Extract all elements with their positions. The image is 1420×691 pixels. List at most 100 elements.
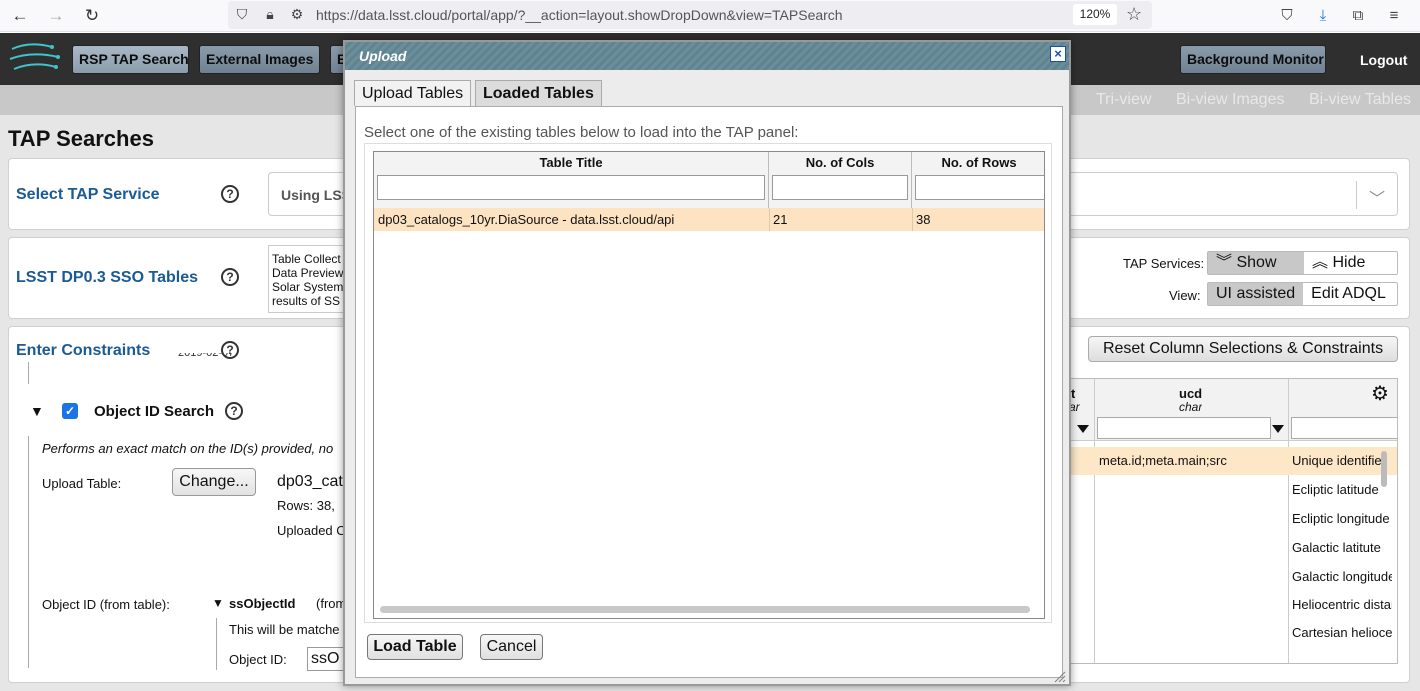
ucd-cell: meta.id;meta.main;src (1099, 453, 1227, 468)
help-icon[interactable]: ? (225, 402, 243, 420)
gear-icon[interactable]: ⚙ (1371, 381, 1389, 406)
select-divider (1356, 181, 1357, 209)
table-title-filter[interactable] (377, 175, 765, 200)
description-cell: Ecliptic latitude (1292, 482, 1379, 497)
address-bar[interactable]: ⛉ 🔒︎ ⚙ https://data.lsst.cloud/portal/ap… (228, 1, 1152, 29)
dialog-titlebar[interactable]: Upload × (345, 42, 1069, 70)
external-images-button[interactable]: External Images (199, 45, 320, 74)
ss-object-id-column[interactable]: ssObjectId (229, 596, 295, 611)
ucd-filter-input[interactable] (1097, 417, 1271, 439)
tab-loaded-tables[interactable]: Loaded Tables (475, 80, 602, 106)
hide-label: Hide (1332, 254, 1366, 271)
tab-tri-view[interactable]: Tri-view (1096, 91, 1151, 109)
object-id-input[interactable]: ssO (307, 647, 347, 671)
resize-grip-icon[interactable] (1050, 667, 1066, 683)
tap-services-label: TAP Services: (1123, 256, 1205, 271)
zoom-level[interactable]: 120% (1073, 4, 1117, 25)
dialog-title: Upload (359, 48, 407, 64)
page-title: TAP Searches (8, 126, 154, 151)
grid-header: t ar ucd char ⚙ (1059, 379, 1397, 441)
tap-services-toggle[interactable]: ︾ Show ︽ Hide (1207, 251, 1398, 275)
tree-line (216, 618, 217, 670)
logout-link[interactable]: Logout (1360, 52, 1407, 68)
rubin-logo-icon (9, 43, 60, 70)
ui-assisted-option[interactable]: UI assisted (1208, 283, 1304, 305)
extensions-icon[interactable]: ⧉ (1347, 5, 1369, 27)
description-filter-input[interactable] (1291, 417, 1397, 439)
grid-column-divider (1288, 379, 1289, 663)
filter-dropdown-icon[interactable] (1077, 425, 1089, 433)
load-table-button[interactable]: Load Table (367, 634, 463, 660)
table-collection-description: Table Collect Data Preview Solar System … (268, 245, 348, 313)
date-fragment: 2019-02-07 (178, 353, 235, 359)
horizontal-scrollbar[interactable] (380, 606, 1030, 613)
load-prompt: Select one of the existing tables below … (364, 124, 799, 141)
description-cell: Galactic longitude (1292, 569, 1392, 584)
chevron-down-icon[interactable]: ﹀ (1369, 185, 1385, 209)
num-rows-filter[interactable] (915, 175, 1044, 200)
cancel-button[interactable]: Cancel (480, 634, 543, 660)
tab-bi-view-tables[interactable]: Bi-view Tables (1309, 91, 1411, 109)
edit-adql-option[interactable]: Edit ADQL (1303, 283, 1394, 305)
hide-option[interactable]: ︽ Hide (1304, 252, 1373, 274)
dp03-label: LSST DP0.3 SSO Tables (16, 269, 198, 286)
bookmark-star-icon[interactable]: ☆ (1126, 4, 1142, 25)
back-icon[interactable]: ← (8, 4, 32, 28)
description-cell: Unique identifie (1292, 453, 1382, 468)
from-fragment: (from (316, 596, 347, 611)
tab-upload-tables[interactable]: Upload Tables (354, 80, 472, 106)
ucd-type: char (1179, 400, 1203, 414)
columns-grid: t ar ucd char ⚙ meta.id;meta.main;src Un… (1058, 378, 1398, 664)
background-monitor-button[interactable]: Background Monitor (1180, 45, 1326, 74)
column-header-partial: t (1071, 386, 1076, 401)
loaded-tables-panel: Select one of the existing tables below … (355, 106, 1063, 678)
collapse-triangle-icon[interactable]: ▼ (212, 596, 224, 610)
description-cell: Galactic latitute (1292, 540, 1381, 555)
help-icon[interactable]: ? (221, 185, 239, 203)
collapse-triangle-icon[interactable]: ▼ (30, 403, 44, 419)
show-option[interactable]: ︾ Show (1208, 252, 1304, 274)
view-toggle[interactable]: UI assisted Edit ADQL (1207, 282, 1398, 306)
select-service-label: Select TAP Service (16, 186, 160, 203)
object-id-search-checkbox[interactable]: ✓ (62, 403, 78, 419)
ucd-header: ucd (1179, 386, 1203, 401)
url-text[interactable]: https://data.lsst.cloud/portal/app/?__ac… (316, 7, 843, 23)
grid-scrollbar[interactable] (1381, 451, 1387, 487)
table-title-header-label: Table Title (539, 155, 603, 170)
show-label: Show (1236, 254, 1277, 271)
description-line: results of SS (272, 294, 341, 308)
matched-description: This will be matche (229, 622, 340, 637)
rsp-tap-search-button[interactable]: RSP TAP Search (72, 45, 189, 74)
permissions-icon[interactable]: ⚙ (288, 5, 306, 23)
tab-bi-view-images[interactable]: Bi-view Images (1176, 91, 1284, 109)
object-id-search-label: Object ID Search (94, 403, 215, 420)
row-divider (912, 208, 913, 231)
grid-column-divider (1094, 379, 1095, 663)
num-cols-header: No. of Cols (769, 152, 912, 210)
close-icon[interactable]: × (1050, 46, 1066, 62)
num-rows-header: No. of Rows (912, 152, 1044, 210)
description-cell: Heliocentric distar (1292, 597, 1392, 612)
reset-constraints-button[interactable]: Reset Column Selections & Constraints (1088, 336, 1398, 362)
download-icon[interactable]: ⤓ (1312, 5, 1334, 27)
pocket-icon[interactable]: ⛉ (1276, 5, 1298, 27)
help-icon[interactable]: ? (221, 268, 239, 286)
uploaded-columns-text: Uploaded C (277, 523, 346, 538)
num-cols-filter[interactable] (772, 175, 908, 200)
shield-icon[interactable]: ⛉ (233, 5, 251, 23)
filter-dropdown-icon[interactable] (1272, 425, 1284, 433)
reload-icon[interactable]: ↻ (80, 4, 104, 28)
tap-service-value: Using LSST (281, 187, 351, 203)
tables-frame: Table Title No. of Cols No. of Rows dp03… (364, 143, 1052, 623)
lock-icon[interactable]: 🔒︎ (261, 5, 279, 23)
object-id-label: Object ID: (229, 652, 287, 667)
forward-icon[interactable]: → (44, 4, 68, 28)
num-cols-header-label: No. of Cols (805, 155, 875, 170)
upload-dialog: Upload × Upload Tables Loaded Tables Sel… (343, 40, 1071, 686)
row-table-title: dp03_catalogs_10yr.DiaSource - data.lsst… (378, 212, 675, 227)
menu-icon[interactable]: ≡ (1383, 5, 1405, 27)
table-row[interactable]: dp03_catalogs_10yr.DiaSource - data.lsst… (374, 208, 1044, 231)
tree-line (28, 436, 29, 668)
change-upload-button[interactable]: Change... (172, 468, 256, 496)
object-id-from-table-label: Object ID (from table): (42, 597, 170, 612)
